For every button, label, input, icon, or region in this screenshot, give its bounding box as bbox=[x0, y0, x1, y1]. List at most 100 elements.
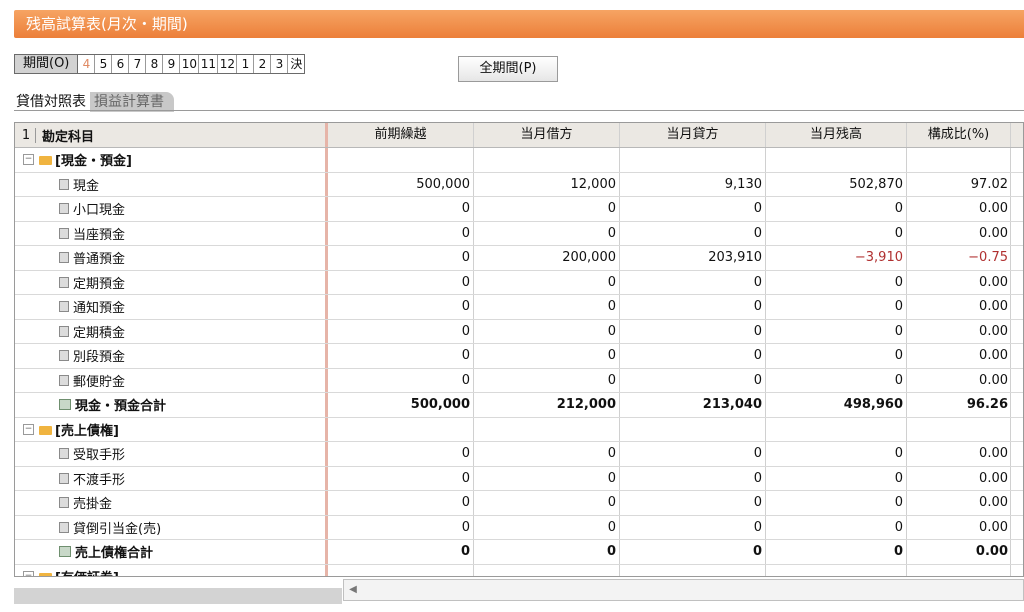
horizontal-scrollbar[interactable]: ◀ bbox=[343, 579, 1024, 601]
account-icon bbox=[59, 227, 69, 239]
ratio-cell: 0.00 bbox=[907, 491, 1011, 515]
collapse-icon[interactable]: − bbox=[23, 423, 34, 435]
header-account[interactable]: 1 勘定科目 bbox=[15, 123, 328, 147]
account-cell: 現金・預金合計 bbox=[15, 393, 328, 417]
all-period-button[interactable]: 全期間(P) bbox=[458, 56, 558, 82]
period-button-1[interactable]: 1 bbox=[237, 55, 255, 73]
tab-income-statement[interactable]: 損益計算書 bbox=[90, 92, 174, 112]
credit-cell: 0 bbox=[620, 197, 766, 221]
table-row[interactable]: 現金・預金合計 500,000 212,000 213,040 498,960 96.26 bbox=[15, 393, 1023, 418]
window-title: 残高試算表(月次・期間) bbox=[14, 10, 1024, 38]
debit-cell: 0 bbox=[474, 221, 620, 245]
period-button-2[interactable]: 2 bbox=[254, 55, 272, 73]
credit-cell: 0 bbox=[620, 368, 766, 392]
table-row[interactable]: 現金 500,000 12,000 9,130 502,870 97.02 bbox=[15, 172, 1023, 197]
ratio-cell: 0.00 bbox=[907, 540, 1011, 564]
table-header: 1 勘定科目 前期繰越 当月借方 当月貸方 当月残高 構成比(%) bbox=[15, 123, 1023, 148]
account-cell: − [売上債権] bbox=[15, 417, 328, 441]
account-name: 通知預金 bbox=[73, 301, 126, 317]
account-name: [現金・預金] bbox=[55, 154, 132, 170]
balance-cell: 0 bbox=[766, 197, 907, 221]
collapse-icon[interactable]: − bbox=[23, 154, 34, 166]
period-button-3[interactable]: 3 bbox=[271, 55, 289, 73]
table-row[interactable]: − [有価証券] bbox=[15, 564, 1023, 576]
account-icon bbox=[59, 521, 69, 533]
ratio-cell: −0.75 bbox=[907, 246, 1011, 270]
table-row[interactable]: − [現金・預金] bbox=[15, 148, 1023, 173]
table-row[interactable]: 郵便貯金 0 0 0 0 0.00 bbox=[15, 368, 1023, 393]
scroll-left-icon[interactable]: ◀ bbox=[344, 580, 362, 600]
table-row[interactable]: 別段預金 0 0 0 0 0.00 bbox=[15, 344, 1023, 369]
account-name: 普通預金 bbox=[73, 252, 126, 268]
tab-balance-sheet[interactable]: 貸借対照表 bbox=[12, 92, 90, 112]
balance-cell bbox=[766, 564, 907, 576]
period-button-9[interactable]: 9 bbox=[163, 55, 181, 73]
period-button-7[interactable]: 7 bbox=[129, 55, 147, 73]
table-row[interactable]: 貸倒引当金(売) 0 0 0 0 0.00 bbox=[15, 515, 1023, 540]
table-row[interactable]: 当座預金 0 0 0 0 0.00 bbox=[15, 221, 1023, 246]
row-filler bbox=[1011, 271, 1023, 295]
table-row[interactable]: 定期積金 0 0 0 0 0.00 bbox=[15, 319, 1023, 344]
table-row[interactable]: 定期預金 0 0 0 0 0.00 bbox=[15, 270, 1023, 295]
prior-balance-cell: 0 bbox=[328, 270, 474, 294]
debit-cell: 0 bbox=[474, 491, 620, 515]
credit-cell: 0 bbox=[620, 515, 766, 539]
ratio-cell: 0.00 bbox=[907, 344, 1011, 368]
table-row[interactable]: 不渡手形 0 0 0 0 0.00 bbox=[15, 466, 1023, 491]
ratio-cell bbox=[907, 564, 1011, 576]
account-name: 売上債権合計 bbox=[75, 546, 154, 562]
ratio-cell bbox=[907, 148, 1011, 172]
table-row[interactable]: 小口現金 0 0 0 0 0.00 bbox=[15, 197, 1023, 222]
credit-cell: 0 bbox=[620, 442, 766, 466]
account-name: 現金 bbox=[73, 178, 100, 194]
period-button-settlement[interactable]: 決 bbox=[288, 55, 304, 73]
period-button-4[interactable]: 4 bbox=[78, 55, 96, 73]
account-icon bbox=[59, 374, 69, 386]
header-level-number[interactable]: 1 bbox=[17, 127, 36, 143]
account-name: 当座預金 bbox=[73, 227, 126, 243]
prior-balance-cell bbox=[328, 148, 474, 172]
header-prior-balance[interactable]: 前期繰越 bbox=[328, 123, 474, 147]
credit-cell: 9,130 bbox=[620, 172, 766, 196]
period-button-12[interactable]: 12 bbox=[218, 55, 238, 73]
table-row[interactable]: − [売上債権] bbox=[15, 417, 1023, 442]
ratio-cell: 0.00 bbox=[907, 295, 1011, 319]
header-balance[interactable]: 当月残高 bbox=[766, 123, 907, 147]
account-cell: 売掛金 bbox=[15, 491, 328, 515]
collapse-icon[interactable]: − bbox=[23, 570, 34, 576]
header-credit[interactable]: 当月貸方 bbox=[620, 123, 766, 147]
table-row[interactable]: 売上債権合計 0 0 0 0 0.00 bbox=[15, 540, 1023, 565]
credit-cell: 0 bbox=[620, 270, 766, 294]
debit-cell: 0 bbox=[474, 295, 620, 319]
credit-cell: 0 bbox=[620, 466, 766, 490]
table-row[interactable]: 売掛金 0 0 0 0 0.00 bbox=[15, 491, 1023, 516]
period-button-5[interactable]: 5 bbox=[95, 55, 113, 73]
header-ratio[interactable]: 構成比(%) bbox=[907, 123, 1011, 147]
row-filler bbox=[1011, 393, 1023, 417]
balance-cell: −3,910 bbox=[766, 246, 907, 270]
ratio-cell: 0.00 bbox=[907, 515, 1011, 539]
subtotal-icon bbox=[59, 546, 71, 558]
table-row[interactable]: 通知預金 0 0 0 0 0.00 bbox=[15, 295, 1023, 320]
debit-cell: 0 bbox=[474, 540, 620, 564]
header-debit[interactable]: 当月借方 bbox=[474, 123, 620, 147]
credit-cell bbox=[620, 148, 766, 172]
ratio-cell: 0.00 bbox=[907, 221, 1011, 245]
account-name: 別段預金 bbox=[73, 350, 126, 366]
account-cell: 小口現金 bbox=[15, 197, 328, 221]
table-row[interactable]: 受取手形 0 0 0 0 0.00 bbox=[15, 442, 1023, 467]
period-button-8[interactable]: 8 bbox=[146, 55, 164, 73]
account-cell: 受取手形 bbox=[15, 442, 328, 466]
account-icon bbox=[59, 203, 69, 215]
debit-cell: 0 bbox=[474, 197, 620, 221]
period-button-6[interactable]: 6 bbox=[112, 55, 130, 73]
period-button-10[interactable]: 10 bbox=[180, 55, 200, 73]
period-button-11[interactable]: 11 bbox=[199, 55, 219, 73]
prior-balance-cell: 0 bbox=[328, 442, 474, 466]
table-row[interactable]: 普通預金 0 200,000 203,910 −3,910 −0.75 bbox=[15, 246, 1023, 271]
account-cell: 定期積金 bbox=[15, 319, 328, 343]
account-icon bbox=[59, 276, 69, 288]
ratio-cell: 0.00 bbox=[907, 270, 1011, 294]
row-filler bbox=[1011, 197, 1023, 221]
row-filler bbox=[1011, 173, 1023, 197]
